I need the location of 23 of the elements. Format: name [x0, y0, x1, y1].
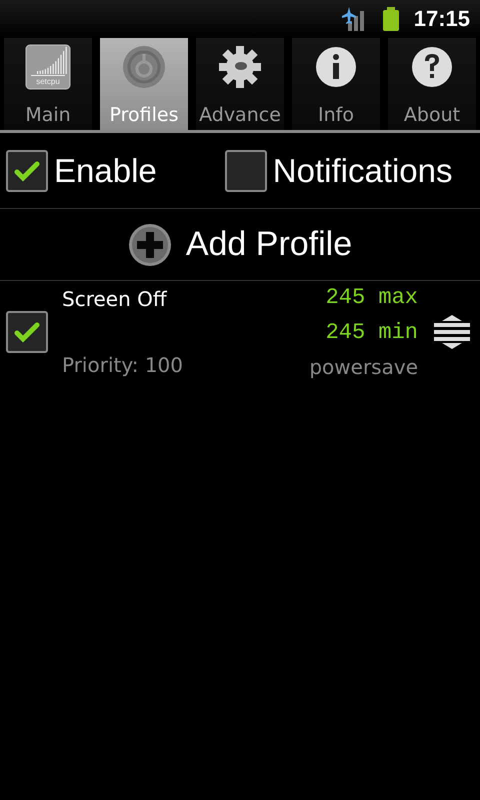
chart-icon: setcpu	[25, 44, 71, 90]
checkbox[interactable]	[224, 150, 267, 192]
option-label: Notifications	[272, 152, 453, 190]
tab[interactable]: setcpu Main	[4, 38, 92, 130]
help-icon	[409, 44, 455, 90]
checkbox[interactable]	[6, 311, 48, 353]
clock-time: 17:15	[414, 6, 470, 32]
battery-icon	[382, 7, 400, 31]
governor-label: powersave	[309, 355, 418, 379]
info-icon	[313, 44, 359, 90]
plus-icon	[128, 222, 172, 266]
profile-name: Screen Off	[62, 287, 167, 311]
checkbox[interactable]	[6, 150, 48, 192]
tab[interactable]: Advance	[196, 38, 284, 130]
option-label: Enable	[54, 152, 157, 190]
gear-icon	[217, 44, 263, 90]
max-frequency: 245 max	[326, 285, 418, 310]
dial-icon	[121, 44, 167, 90]
drag-handle-icon[interactable]	[434, 315, 470, 349]
profile-priority: Priority: 100	[62, 353, 183, 377]
tab[interactable]: About	[388, 38, 476, 130]
tab[interactable]: Info	[292, 38, 380, 130]
min-frequency: 245 min	[326, 320, 418, 345]
